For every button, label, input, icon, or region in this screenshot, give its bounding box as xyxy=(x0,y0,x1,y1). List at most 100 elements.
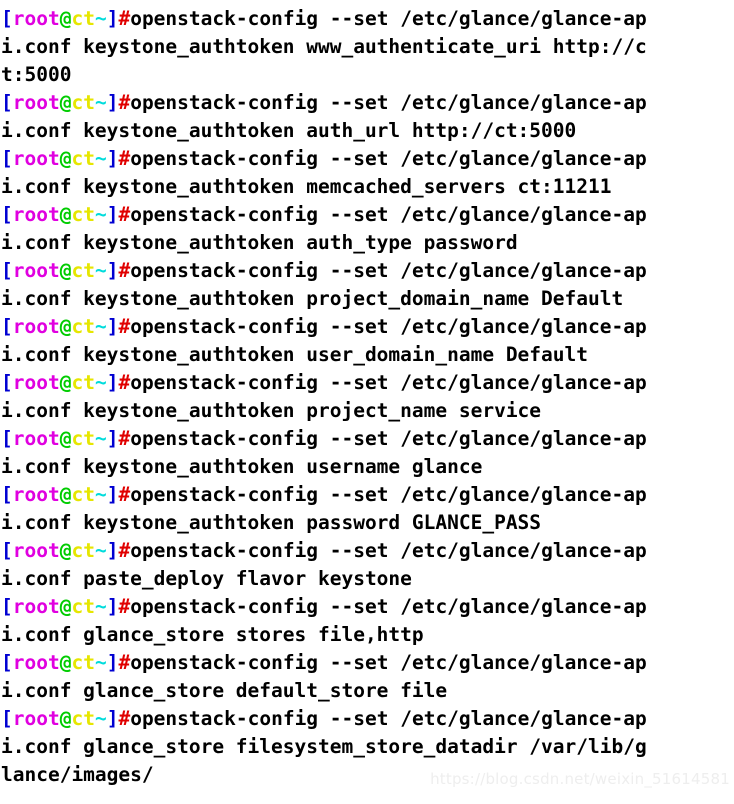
prompt-open-bracket: [ xyxy=(1,91,13,114)
terminal-command-text: openstack-config --set /etc/glance/glanc… xyxy=(130,7,647,30)
terminal-prompt-line: [root@ct~]#openstack-config --set /etc/g… xyxy=(0,593,734,621)
terminal-output-text: i.conf keystone_authtoken project_name s… xyxy=(1,399,542,422)
prompt-tilde: ~ xyxy=(94,539,107,562)
prompt-host: ct xyxy=(71,259,95,282)
prompt-tilde: ~ xyxy=(94,147,107,170)
prompt-user: root xyxy=(12,651,60,674)
prompt-user: root xyxy=(12,427,60,450)
prompt-tilde: ~ xyxy=(94,483,107,506)
prompt-host: ct xyxy=(71,707,95,730)
terminal-command-text: openstack-config --set /etc/glance/glanc… xyxy=(130,595,647,618)
terminal-prompt-line: [root@ct~]#openstack-config --set /etc/g… xyxy=(0,425,734,453)
terminal-output-line: i.conf paste_deploy flavor keystone xyxy=(0,565,734,593)
prompt-host: ct xyxy=(71,315,95,338)
prompt-at-sign: @ xyxy=(59,595,72,618)
terminal-output-text: i.conf paste_deploy flavor keystone xyxy=(1,567,412,590)
terminal-command-text: openstack-config --set /etc/glance/glanc… xyxy=(130,147,647,170)
terminal-output-text: i.conf keystone_authtoken auth_type pass… xyxy=(1,231,518,254)
prompt-open-bracket: [ xyxy=(1,315,13,338)
prompt-user: root xyxy=(12,91,60,114)
prompt-tilde: ~ xyxy=(94,91,107,114)
prompt-host: ct xyxy=(71,427,95,450)
terminal-output-text: i.conf keystone_authtoken username glanc… xyxy=(1,455,483,478)
prompt-close-bracket: ] xyxy=(106,483,119,506)
prompt-open-bracket: [ xyxy=(1,539,13,562)
terminal-prompt-line: [root@ct~]#openstack-config --set /etc/g… xyxy=(0,481,734,509)
terminal-command-text: openstack-config --set /etc/glance/glanc… xyxy=(130,259,647,282)
terminal-prompt-line: [root@ct~]#openstack-config --set /etc/g… xyxy=(0,537,734,565)
prompt-user: root xyxy=(12,147,60,170)
terminal-prompt-line: [root@ct~]#openstack-config --set /etc/g… xyxy=(0,257,734,285)
prompt-hash: # xyxy=(118,483,131,506)
prompt-hash: # xyxy=(118,707,131,730)
prompt-host: ct xyxy=(71,147,95,170)
prompt-at-sign: @ xyxy=(59,427,72,450)
prompt-user: root xyxy=(12,539,60,562)
terminal-output-text: i.conf glance_store stores file,http xyxy=(1,623,424,646)
terminal-output: [root@ct~]#openstack-config --set /etc/g… xyxy=(0,5,734,789)
terminal-output-line: t:5000 xyxy=(0,61,734,89)
terminal-window[interactable]: [root@ct~]#openstack-config --set /etc/g… xyxy=(0,5,734,804)
terminal-output-text: i.conf glance_store default_store file xyxy=(1,679,448,702)
terminal-command-text: openstack-config --set /etc/glance/glanc… xyxy=(130,427,647,450)
prompt-close-bracket: ] xyxy=(106,595,119,618)
prompt-tilde: ~ xyxy=(94,203,107,226)
prompt-hash: # xyxy=(118,7,131,30)
prompt-open-bracket: [ xyxy=(1,203,13,226)
prompt-host: ct xyxy=(71,7,95,30)
prompt-close-bracket: ] xyxy=(106,91,119,114)
terminal-output-text: i.conf keystone_authtoken project_domain… xyxy=(1,287,624,310)
prompt-host: ct xyxy=(71,371,95,394)
prompt-at-sign: @ xyxy=(59,707,72,730)
prompt-tilde: ~ xyxy=(94,427,107,450)
prompt-open-bracket: [ xyxy=(1,707,13,730)
prompt-user: root xyxy=(12,203,60,226)
prompt-at-sign: @ xyxy=(59,203,72,226)
terminal-output-text: i.conf keystone_authtoken www_authentica… xyxy=(1,35,647,58)
terminal-output-line: i.conf keystone_authtoken project_name s… xyxy=(0,397,734,425)
prompt-at-sign: @ xyxy=(59,371,72,394)
prompt-hash: # xyxy=(118,595,131,618)
terminal-prompt-line: [root@ct~]#openstack-config --set /etc/g… xyxy=(0,649,734,677)
terminal-command-text: openstack-config --set /etc/glance/glanc… xyxy=(130,483,647,506)
prompt-host: ct xyxy=(71,203,95,226)
terminal-command-text: openstack-config --set /etc/glance/glanc… xyxy=(130,91,647,114)
prompt-user: root xyxy=(12,7,60,30)
prompt-close-bracket: ] xyxy=(106,315,119,338)
prompt-user: root xyxy=(12,707,60,730)
prompt-hash: # xyxy=(118,539,131,562)
prompt-tilde: ~ xyxy=(94,595,107,618)
terminal-output-text: i.conf keystone_authtoken password GLANC… xyxy=(1,511,542,534)
prompt-at-sign: @ xyxy=(59,7,72,30)
terminal-command-text: openstack-config --set /etc/glance/glanc… xyxy=(130,371,647,394)
terminal-output-line: i.conf glance_store default_store file xyxy=(0,677,734,705)
prompt-at-sign: @ xyxy=(59,483,72,506)
prompt-close-bracket: ] xyxy=(106,203,119,226)
prompt-at-sign: @ xyxy=(59,651,72,674)
terminal-output-line: i.conf keystone_authtoken username glanc… xyxy=(0,453,734,481)
terminal-output-line: i.conf glance_store stores file,http xyxy=(0,621,734,649)
terminal-output-line: i.conf keystone_authtoken auth_type pass… xyxy=(0,229,734,257)
prompt-host: ct xyxy=(71,483,95,506)
terminal-output-text: i.conf keystone_authtoken user_domain_na… xyxy=(1,343,588,366)
prompt-hash: # xyxy=(118,203,131,226)
terminal-output-text: i.conf keystone_authtoken memcached_serv… xyxy=(1,175,612,198)
prompt-user: root xyxy=(12,259,60,282)
terminal-prompt-line: [root@ct~]#openstack-config --set /etc/g… xyxy=(0,89,734,117)
terminal-command-text: openstack-config --set /etc/glance/glanc… xyxy=(130,651,647,674)
prompt-at-sign: @ xyxy=(59,91,72,114)
prompt-hash: # xyxy=(118,91,131,114)
prompt-tilde: ~ xyxy=(94,651,107,674)
prompt-host: ct xyxy=(71,651,95,674)
terminal-output-text: lance/images/ xyxy=(1,763,154,786)
prompt-close-bracket: ] xyxy=(106,7,119,30)
prompt-close-bracket: ] xyxy=(106,539,119,562)
prompt-open-bracket: [ xyxy=(1,595,13,618)
terminal-output-line: i.conf keystone_authtoken password GLANC… xyxy=(0,509,734,537)
prompt-user: root xyxy=(12,483,60,506)
terminal-prompt-line: [root@ct~]#openstack-config --set /etc/g… xyxy=(0,369,734,397)
terminal-output-line: i.conf glance_store filesystem_store_dat… xyxy=(0,733,734,761)
prompt-tilde: ~ xyxy=(94,371,107,394)
prompt-close-bracket: ] xyxy=(106,147,119,170)
terminal-prompt-line: [root@ct~]#openstack-config --set /etc/g… xyxy=(0,5,734,33)
